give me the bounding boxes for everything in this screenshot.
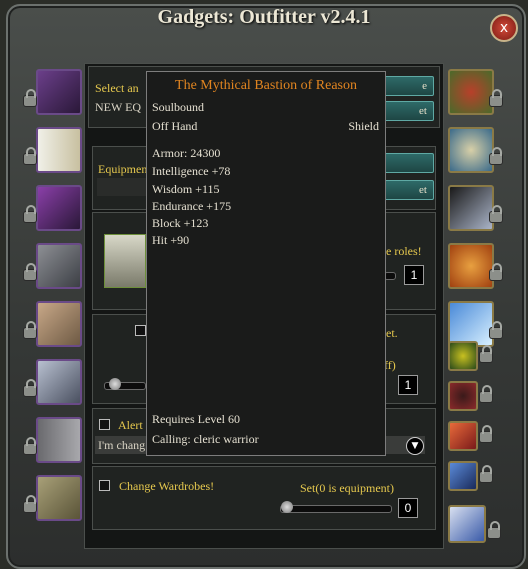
equip-slot-head[interactable]	[36, 69, 82, 115]
lock-icon	[24, 437, 36, 454]
item-slot: Off Hand	[152, 119, 198, 133]
lock-icon	[490, 321, 502, 338]
close-button[interactable]: x	[490, 14, 518, 42]
equip-slot-focus[interactable]	[448, 461, 478, 491]
slider-knob[interactable]	[109, 378, 121, 390]
wardrobe-value-box[interactable]: 0	[398, 498, 418, 518]
select-label: Select an	[95, 81, 139, 95]
wardrobe-set-label: Set(0 is equipment)	[300, 481, 394, 495]
equip-slot-ring-1[interactable]	[448, 341, 478, 371]
equip-slot-ranged[interactable]	[448, 243, 494, 289]
lock-icon	[480, 425, 492, 442]
set-section-text: et.	[386, 326, 398, 340]
equip-slot-main-hand[interactable]	[448, 127, 494, 173]
lock-icon	[480, 345, 492, 362]
equip-slot-trinket[interactable]	[448, 421, 478, 451]
set-checkbox[interactable]	[135, 325, 146, 336]
alert-checkbox[interactable]	[99, 419, 110, 430]
lock-icon	[490, 205, 502, 222]
equip-slot-synergy[interactable]	[448, 505, 486, 543]
lock-icon	[24, 89, 36, 106]
slider-knob[interactable]	[281, 501, 293, 513]
item-required-level: Requires Level 60	[152, 412, 240, 426]
item-type: Shield	[348, 119, 379, 133]
window-title: Gadgets: Outfitter v2.4.1	[157, 6, 371, 28]
lock-icon	[24, 263, 36, 280]
skull-icon	[104, 234, 146, 288]
equip-slot-hands[interactable]	[36, 301, 82, 347]
lock-icon	[24, 147, 36, 164]
stat-line: Hit +90	[152, 233, 190, 247]
equip-slot-feet[interactable]	[36, 475, 82, 521]
set-name-field[interactable]: NEW EQ	[95, 100, 141, 115]
chevron-down-icon[interactable]: ▼	[406, 437, 424, 455]
equip-slot-chest[interactable]	[36, 243, 82, 289]
wardrobe-label: Change Wardrobes!	[119, 479, 215, 493]
lock-icon	[24, 379, 36, 396]
equip-slot-legs[interactable]	[36, 417, 82, 463]
lock-icon	[24, 321, 36, 338]
lock-icon	[480, 465, 492, 482]
set-value-box[interactable]: 1	[398, 375, 418, 395]
equip-slot-waist[interactable]	[36, 359, 82, 405]
wardrobe-section	[92, 466, 436, 530]
set-slider[interactable]	[104, 378, 146, 390]
item-tooltip: The Mythical Bastion of Reason Soulbound…	[146, 71, 386, 456]
stat-line: Wisdom +115	[152, 182, 220, 196]
lock-icon	[480, 385, 492, 402]
roles-value-box[interactable]: 1	[404, 265, 424, 285]
alert-text: I'm chang	[98, 438, 146, 452]
stat-line: Armor: 24300	[152, 146, 221, 160]
item-calling: Calling: cleric warrior	[152, 432, 259, 446]
equip-slot-neck[interactable]	[448, 69, 494, 115]
item-name: The Mythical Bastion of Reason	[175, 78, 357, 93]
alert-label: Alert	[118, 418, 143, 432]
equip-slot-cape[interactable]	[36, 127, 82, 173]
equipment-label: Equipmen	[98, 162, 148, 176]
lock-icon	[24, 205, 36, 222]
lock-icon	[490, 147, 502, 164]
item-binding: Soulbound	[152, 100, 205, 114]
lock-icon	[488, 521, 500, 538]
stat-line: Block +123	[152, 216, 209, 230]
stat-line: Intelligence +78	[152, 164, 231, 178]
equip-slot-off-hand[interactable]	[448, 185, 494, 231]
roles-text: e roles!	[386, 244, 422, 258]
stat-line: Endurance +175	[152, 199, 232, 213]
equip-slot-shoulders[interactable]	[36, 185, 82, 231]
lock-icon	[24, 495, 36, 512]
wardrobe-slider[interactable]	[280, 501, 392, 513]
wardrobe-checkbox[interactable]	[99, 480, 110, 491]
lock-icon	[490, 89, 502, 106]
lock-icon	[490, 263, 502, 280]
equip-slot-ring-2[interactable]	[448, 381, 478, 411]
